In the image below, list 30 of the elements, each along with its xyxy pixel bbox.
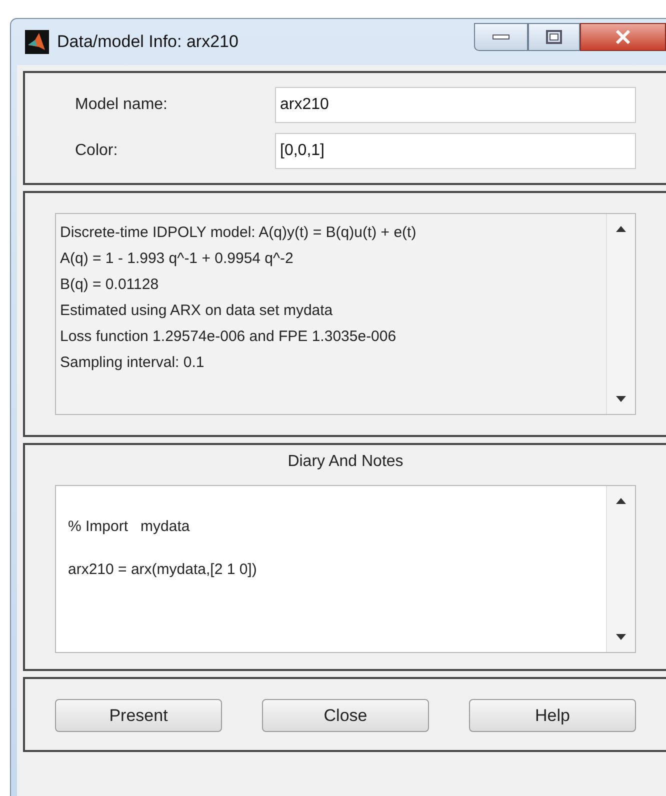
field-label: Color: (75, 142, 119, 160)
dialog-button[interactable]: Present (55, 699, 222, 732)
scroll-down-icon[interactable] (616, 396, 626, 402)
minimize-icon (492, 34, 510, 40)
minimize-button[interactable] (474, 23, 528, 51)
input-field[interactable]: [0,0,1] (275, 133, 636, 169)
close-icon (615, 30, 631, 44)
notes-line: % Import mydata (68, 518, 191, 535)
scroll-up-icon[interactable] (616, 498, 626, 504)
info-line: Loss function 1.29574e-006 and FPE 1.3035e-006 (60, 327, 398, 347)
scroll-down-icon[interactable] (616, 634, 626, 640)
info-line: B(q) = 0.01128 (60, 275, 160, 295)
maximize-icon (546, 30, 562, 44)
scroll-up-icon[interactable] (616, 226, 626, 232)
dialog-button[interactable]: Help (469, 699, 636, 732)
dialog-button[interactable]: Close (262, 699, 429, 732)
field-label: Model name: (75, 96, 168, 114)
info-line: Sampling interval: 0.1 (60, 353, 206, 373)
diary-title: Diary And Notes (286, 453, 404, 471)
info-line: Estimated using ARX on data set mydata (60, 301, 334, 321)
info-line: Discrete-time IDPOLY model: A(q)y(t) = B(q)u(t) + e(t) (60, 223, 418, 243)
notes-text-area[interactable]: % Import mydata arx210 = arx(mydata,[2 1 0]) (55, 485, 636, 653)
app-icon (25, 30, 49, 54)
scrollbar[interactable] (606, 486, 635, 652)
maximize-button[interactable] (528, 23, 580, 51)
window-title: Data/model Info: arx210 (57, 32, 240, 52)
notes-line: arx210 = arx(mydata,[2 1 0]) (68, 561, 258, 578)
info-line: A(q) = 1 - 1.993 q^-1 + 0.9954 q^-2 (60, 249, 294, 269)
close-button[interactable] (580, 23, 666, 51)
input-field[interactable]: arx210 (275, 87, 636, 123)
